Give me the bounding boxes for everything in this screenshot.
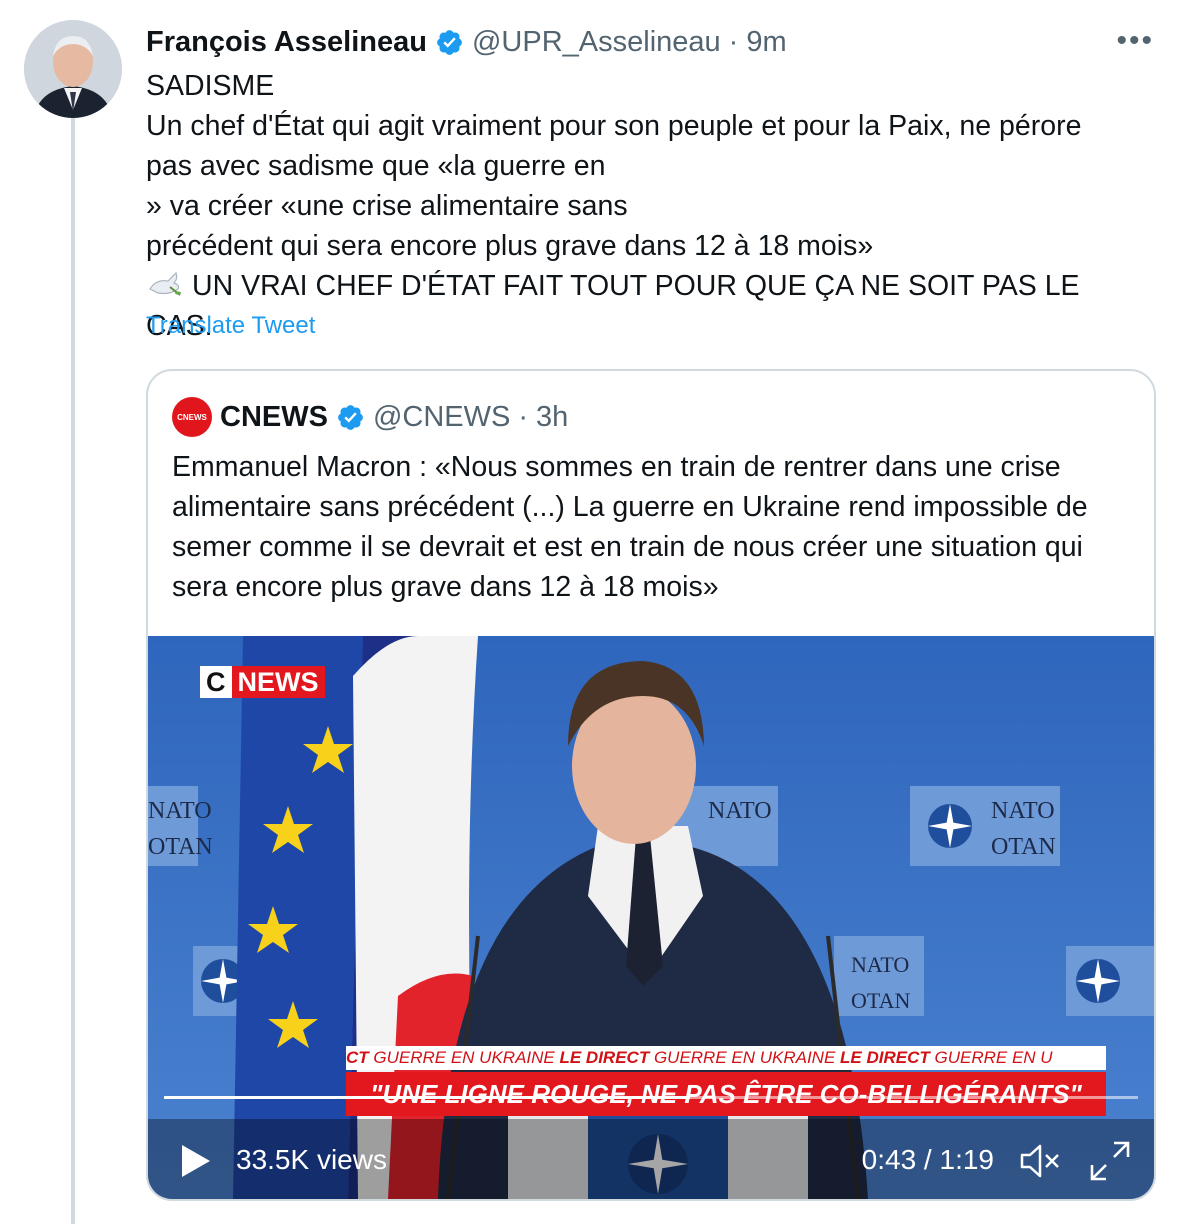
view-count: 33.5K views (236, 1144, 387, 1175)
tweet-line: pas avec sadisme que «la guerre en (146, 146, 1166, 186)
news-ticker: CT GUERRE EN UKRAINE LE DIRECT GUERRE EN… (346, 1046, 1106, 1070)
nato-sign-text: OTAN (991, 834, 1056, 860)
mute-icon[interactable] (1018, 1141, 1062, 1181)
quoted-avatar-text: CNEWS (177, 412, 207, 422)
thread-line (71, 118, 75, 1224)
quoted-author-avatar[interactable]: CNEWS (172, 397, 212, 437)
ticker-item: CT (346, 1048, 374, 1067)
fullscreen-icon[interactable] (1088, 1139, 1132, 1183)
ukraine-flag-emoji-icon (607, 152, 643, 178)
play-icon[interactable] (178, 1143, 212, 1179)
video-controls: 33.5K views 0:43 / 1:19 (148, 1119, 1154, 1199)
ticker-item: GUERRE EN UKRAINE (653, 1048, 841, 1067)
video-player[interactable]: NATO OTAN NATO NATO OTAN NATO OTAN C NEW… (148, 636, 1154, 1199)
separator-dot: · (728, 25, 739, 58)
cnews-logo-c: C (200, 666, 232, 698)
author-avatar[interactable] (24, 20, 122, 118)
nato-sign-text: OTAN (851, 988, 910, 1013)
tweet-time[interactable]: 9m (746, 26, 786, 59)
nato-sign-text: NATO (148, 798, 212, 824)
tweet-line: précédent qui sera encore plus grave dan… (146, 230, 874, 262)
video-time: 0:43 / 1:19 (861, 1144, 994, 1175)
quoted-tweet-text: Emmanuel Macron : «Nous sommes en train … (172, 451, 1088, 603)
tweet-line-part: UN VRAI CHEF D'ÉTAT FAIT TOUT POUR QUE Ç… (192, 270, 1080, 302)
quoted-author-name[interactable]: CNEWS (220, 401, 328, 434)
quoted-tweet-time[interactable]: 3h (536, 401, 568, 434)
dove-emoji-icon (149, 271, 181, 296)
cnews-logo: C NEWS (200, 666, 325, 698)
translate-tweet-link[interactable]: Translate Tweet (146, 312, 315, 340)
video-progress-bar[interactable] (164, 1096, 1138, 1099)
nato-sign-text: NATO (991, 798, 1055, 824)
tweet-line: Un chef d'État qui agit vraiment pour so… (146, 110, 1082, 142)
quoted-tweet-header: CNEWS CNEWS @CNEWS · 3h (172, 397, 568, 437)
ticker-item: GUERRE EN U (934, 1048, 1053, 1067)
separator-dot: · (518, 400, 529, 433)
tweet-line-part: » va créer «une crise alimentaire sans (146, 190, 628, 222)
tweet-header: François Asselineau @UPR_Asselineau · 9m… (146, 24, 1158, 60)
video-progress-fill (164, 1096, 690, 1099)
quoted-author-handle[interactable]: @CNEWS (373, 401, 510, 434)
verified-badge-icon (437, 29, 462, 55)
quoted-tweet[interactable]: CNEWS CNEWS @CNEWS · 3h Emmanuel Macron … (146, 369, 1156, 1201)
more-icon[interactable]: ••• (1116, 24, 1154, 58)
ticker-item: LE DIRECT (559, 1048, 654, 1067)
tweet-text: SADISME Un chef d'État qui agit vraiment… (146, 66, 1166, 346)
author-handle[interactable]: @UPR_Asselineau (472, 26, 721, 59)
verified-badge-icon (338, 404, 363, 430)
author-name[interactable]: François Asselineau (146, 26, 427, 59)
tweet-line: SADISME (146, 70, 275, 102)
tweet-line: UN VRAI CHEF D'ÉTAT FAIT TOUT POUR QUE Ç… (146, 266, 1166, 306)
nato-sign-text: OTAN (148, 834, 213, 860)
nato-sign-text: NATO (851, 952, 909, 977)
tweet-line-part: pas avec sadisme que «la guerre en (146, 150, 606, 182)
eu-flag (233, 636, 363, 1199)
ticker-item: GUERRE EN UKRAINE (373, 1048, 560, 1067)
nato-sign-text: NATO (708, 798, 772, 824)
cnews-logo-news: NEWS (231, 666, 325, 698)
ticker-item: LE DIRECT (840, 1048, 935, 1067)
news-banner: "UNE LIGNE ROUGE, NE PAS ÊTRE CO-BELLIGÉ… (346, 1072, 1106, 1116)
